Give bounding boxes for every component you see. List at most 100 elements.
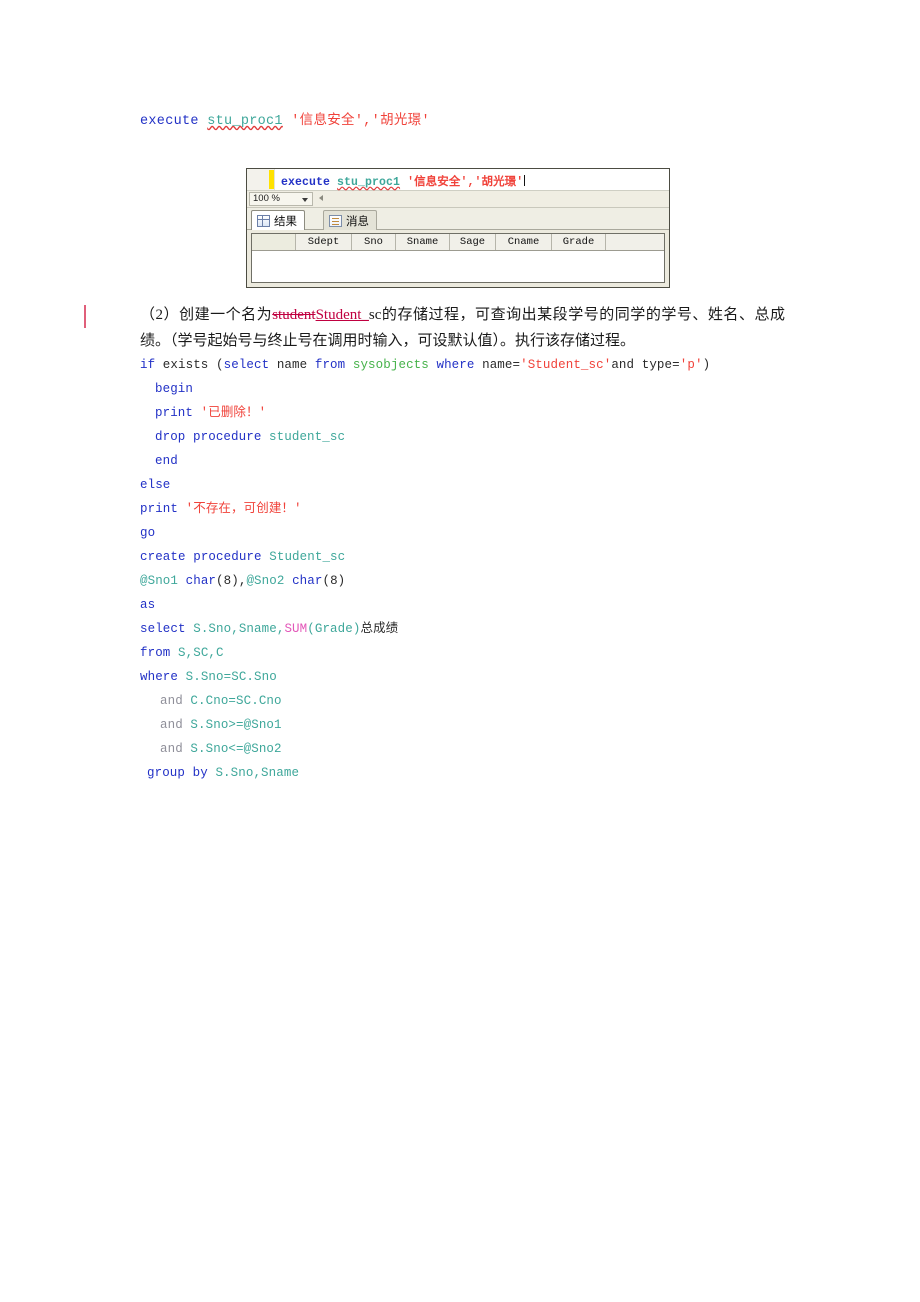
sql-text-exists: exists — [155, 358, 217, 372]
sql-line-16: and S.Sno>=@Sno1 — [160, 718, 282, 732]
sql-kw-and-2: and — [160, 718, 183, 732]
sql-kw-and-1: and — [160, 694, 183, 708]
editor-zoom-bar: 100 % — [247, 191, 669, 208]
column-header-sname[interactable]: Sname — [396, 234, 450, 250]
tab-results[interactable]: 结果 — [251, 210, 305, 230]
sql-paren-open: ( — [216, 358, 224, 372]
sql-kw-group: group — [147, 766, 186, 780]
column-header-cname[interactable]: Cname — [496, 234, 552, 250]
paragraph-prefix: （2）创建一个名为 — [140, 307, 273, 323]
sql-space-1 — [345, 358, 353, 372]
sql-kw-as: as — [140, 598, 156, 612]
editor-change-indicator — [269, 170, 274, 189]
top-keyword-execute: execute — [140, 114, 199, 129]
sql-kw-go: go — [140, 526, 156, 540]
sql-var-sno2: @Sno2 — [246, 574, 285, 588]
scroll-left-arrow-icon[interactable] — [319, 195, 323, 201]
sql-ident-student-sc-drop: student_sc — [269, 430, 346, 444]
sql-kw-create: create — [140, 550, 186, 564]
ssms-query-editor[interactable]: execute stu_proc1 '信息安全','胡光璟' — [247, 169, 669, 191]
sql-kw-procedure-2: procedure — [193, 550, 262, 564]
ssms-screenshot-window: execute stu_proc1 '信息安全','胡光璟' 100 % 结果 … — [246, 168, 670, 288]
sql-line-5: end — [155, 454, 178, 468]
sql-cond-name: name= — [474, 358, 521, 372]
column-header-sage[interactable]: Sage — [450, 234, 496, 250]
sql-line-12: select S.Sno,Sname,SUM(Grade)总成绩 — [140, 622, 398, 636]
sql-kw-select-2: select — [140, 622, 186, 636]
sql-ident-student-sc-create: Student_sc — [269, 550, 346, 564]
sql-kw-print-1: print — [155, 406, 194, 420]
sql-line-2: begin — [155, 382, 193, 396]
sql-kw-select: select — [223, 358, 270, 372]
column-header-sdept[interactable]: Sdept — [296, 234, 352, 250]
results-grid-header: Sdept Sno Sname Sage Cname Grade — [252, 234, 664, 251]
zoom-level-dropdown[interactable]: 100 % — [249, 192, 313, 206]
zoom-level-value: 100 % — [253, 193, 280, 204]
text-caret — [524, 175, 526, 186]
sql-kw-begin: begin — [155, 382, 194, 396]
sql-kw-from: from — [314, 358, 346, 372]
sql-kw-end: end — [155, 454, 178, 468]
editor-arg-2: '胡光璟' — [474, 176, 524, 189]
top-arg-1: '信息安全' — [291, 114, 364, 129]
sql-line-18: group by S.Sno,Sname — [147, 766, 299, 780]
sql-line-15: and C.Cno=SC.Cno — [160, 694, 282, 708]
sql-var-sno1: @Sno1 — [140, 574, 179, 588]
sql-kw-drop: drop — [155, 430, 186, 444]
sql-and-expr-2: S.Sno>=@Sno1 — [190, 718, 282, 732]
sql-func-sum: SUM — [284, 622, 308, 636]
results-grid[interactable]: Sdept Sno Sname Sage Cname Grade — [251, 233, 665, 283]
sql-and-expr-3: S.Sno<=@Sno2 — [190, 742, 282, 756]
grid-corner-cell — [252, 234, 296, 250]
sql-where-expr: S.Sno=SC.Sno — [185, 670, 277, 684]
sql-kw-procedure-1: procedure — [193, 430, 262, 444]
editor-procedure-name: stu_proc1 — [337, 176, 401, 189]
sql-paren-close: ) — [702, 358, 711, 372]
sql-select-columns: S.Sno,Sname, — [193, 622, 285, 636]
sql-str-student-sc: 'Student_sc' — [520, 358, 612, 372]
sql-char-len-2: (8) — [322, 574, 346, 588]
grid-icon — [257, 214, 270, 227]
sql-str-deleted: '已删除！' — [200, 406, 267, 420]
document-page: execute stu_proc1 '信息安全','胡光璟' execute s… — [0, 0, 920, 1302]
sql-kw-char-2: char — [292, 574, 323, 588]
sql-line-3: print '已删除！' — [155, 406, 266, 420]
sql-from-tables: S,SC,C — [178, 646, 224, 660]
top-procedure-name: stu_proc1 — [207, 114, 283, 129]
results-grid-body — [252, 251, 664, 282]
tab-results-label: 结果 — [274, 215, 297, 228]
sql-col-name: name — [269, 358, 315, 372]
top-execute-statement: execute stu_proc1 '信息安全','胡光璟' — [140, 115, 430, 129]
sql-sysobjects: sysobjects — [352, 358, 429, 372]
sql-line-13: from S,SC,C — [140, 646, 224, 660]
sql-kw-char-1: char — [185, 574, 217, 588]
editor-execute-statement: execute stu_proc1 '信息安全','胡光璟' — [281, 173, 526, 189]
sql-group-expr: S.Sno,Sname — [215, 766, 300, 780]
chevron-down-icon[interactable] — [302, 198, 308, 202]
sql-line-11: as — [140, 598, 155, 612]
sql-cond-type: and type= — [611, 358, 680, 372]
inserted-text: Student_ — [315, 307, 369, 323]
sql-kw-where-2: where — [140, 670, 179, 684]
sql-str-p: 'p' — [679, 358, 703, 372]
results-tab-strip: 结果 消息 — [247, 208, 669, 230]
sql-line-14: where S.Sno=SC.Sno — [140, 670, 277, 684]
sql-line-6: else — [140, 478, 170, 492]
sql-char-len-1: (8) — [216, 574, 239, 588]
sql-kw-from-2: from — [140, 646, 171, 660]
sql-func-arg-grade: (Grade) — [307, 622, 361, 636]
sql-line-7: print '不存在，可创建！' — [140, 502, 302, 516]
sql-str-not-exists: '不存在，可创建！' — [185, 502, 302, 516]
sql-kw-and-3: and — [160, 742, 183, 756]
top-arg-comma: , — [363, 114, 372, 129]
tab-messages[interactable]: 消息 — [323, 210, 377, 230]
sql-and-expr-1: C.Cno=SC.Cno — [190, 694, 282, 708]
column-header-sno[interactable]: Sno — [352, 234, 396, 250]
column-header-grade[interactable]: Grade — [552, 234, 606, 250]
sql-kw-if: if — [140, 358, 156, 372]
editor-arg-1: '信息安全' — [407, 176, 468, 189]
sql-kw-print-2: print — [140, 502, 179, 516]
sql-line-9: create procedure Student_sc — [140, 550, 345, 564]
sql-kw-where: where — [436, 358, 475, 372]
sql-line-8: go — [140, 526, 155, 540]
